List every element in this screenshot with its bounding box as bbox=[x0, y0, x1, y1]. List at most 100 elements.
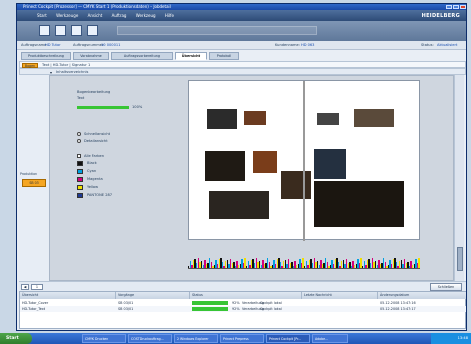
all-colors-checkbox[interactable] bbox=[77, 154, 81, 158]
sheet-options-panel: Bogenbearbeitung Text 100% Schnellansich… bbox=[59, 84, 147, 274]
page-image bbox=[314, 181, 404, 227]
status-value: Aktualisiert bbox=[437, 43, 458, 47]
page-number-field[interactable]: 1 bbox=[31, 284, 43, 290]
color-label-magenta: Magenta bbox=[87, 177, 103, 181]
ink-zone-chart bbox=[188, 244, 420, 272]
swatch-pantone[interactable] bbox=[77, 193, 83, 198]
sheet-path: Text | HD-Tutor | Signatur 1 bbox=[42, 63, 91, 67]
document-icon[interactable] bbox=[87, 25, 98, 36]
col-header-status[interactable]: Status bbox=[190, 292, 302, 299]
layout-icon[interactable] bbox=[39, 25, 50, 36]
row-progress bbox=[192, 307, 228, 311]
bottom-tools: ◀ 1 Schließen bbox=[19, 281, 466, 291]
swatch-magenta[interactable] bbox=[77, 177, 83, 182]
close-icon[interactable] bbox=[460, 5, 466, 9]
panel-title: Inhaltsverzeichnis bbox=[56, 70, 89, 74]
row-message: Cockpit lokal bbox=[260, 307, 282, 311]
col-header-jobs[interactable]: Vorgänge bbox=[116, 292, 190, 299]
tree-icon[interactable] bbox=[71, 25, 82, 36]
page-image bbox=[205, 151, 245, 181]
field-label: Text bbox=[77, 96, 85, 100]
page-image bbox=[209, 191, 269, 219]
page-image bbox=[207, 109, 237, 129]
table-row[interactable]: HD-Tutor_Text SB 03/01 92% Verarbeitung … bbox=[20, 306, 466, 312]
tab-job-preparation[interactable]: Auftragsvorbereitung bbox=[111, 52, 173, 60]
vertical-scrollbar[interactable] bbox=[454, 75, 464, 281]
job-name-label: Auftragsname: bbox=[21, 43, 48, 47]
color-label-black: Black bbox=[87, 161, 97, 165]
task-button[interactable]: Adobe... bbox=[312, 334, 348, 343]
row-date: 05.12.2008 13:47:17 bbox=[380, 307, 416, 311]
menu-start[interactable]: Start bbox=[33, 10, 51, 21]
prev-page-button[interactable]: ◀ bbox=[21, 284, 29, 290]
col-header-changed[interactable]: Änderungsdatum bbox=[378, 292, 466, 299]
close-button[interactable]: Schließen bbox=[430, 283, 462, 291]
progress-percent: 100% bbox=[132, 105, 143, 109]
page-image bbox=[354, 109, 394, 127]
row-job: SB 03/01 bbox=[118, 307, 134, 311]
col-header-last-message[interactable]: Letzte Nachricht bbox=[302, 292, 378, 299]
panel-header: ▾ Inhaltsverzeichnis bbox=[19, 68, 466, 75]
menu-tool[interactable]: Werkzeug bbox=[132, 10, 160, 21]
page-image bbox=[317, 113, 339, 125]
detailview-label: Detailansicht bbox=[84, 139, 108, 143]
sheet-fold-line bbox=[303, 81, 305, 241]
ink-zone-bar bbox=[418, 258, 420, 268]
job-name-value: HD Tutor bbox=[45, 43, 61, 47]
color-label-pantone: PANTONE 287 bbox=[87, 193, 113, 197]
window-controls bbox=[446, 5, 466, 9]
quickview-label: Schnellansicht bbox=[84, 132, 111, 136]
swatch-cyan[interactable] bbox=[77, 169, 83, 174]
status-label: Status: bbox=[421, 43, 434, 47]
task-button[interactable]: CMYK Drucken bbox=[82, 334, 126, 343]
page-image bbox=[253, 151, 277, 173]
task-button[interactable]: Prinect Cockpit [Pr... bbox=[266, 334, 310, 343]
row-percent: 92% bbox=[232, 307, 240, 311]
quickview-radio[interactable] bbox=[77, 132, 81, 136]
toolbar bbox=[17, 21, 466, 41]
menu-job[interactable]: Auftrag bbox=[108, 10, 131, 21]
start-button[interactable]: Start bbox=[0, 333, 32, 344]
production-label: Produktion bbox=[20, 172, 38, 176]
scroll-thumb[interactable] bbox=[457, 247, 463, 271]
task-button[interactable]: Prinect Prepress bbox=[220, 334, 264, 343]
taskbar: Start CMYK Drucken COSTDruckauftrag... 2… bbox=[0, 333, 471, 344]
menu-tools[interactable]: Werkzeuge bbox=[52, 10, 82, 21]
menu-view[interactable]: Ansicht bbox=[84, 10, 107, 21]
color-label-cyan: Cyan bbox=[87, 169, 97, 173]
detailview-radio[interactable] bbox=[77, 139, 81, 143]
tab-overview[interactable]: Übersicht bbox=[175, 52, 207, 60]
task-button[interactable]: COSTDruckauftrag... bbox=[128, 334, 172, 343]
system-tray: 13:48 bbox=[431, 333, 471, 344]
col-header-overview[interactable]: Übersicht bbox=[20, 292, 116, 299]
toolbar-spacer bbox=[117, 26, 317, 35]
job-info-bar: Auftragsname: HD Tutor Auftragsnummer: 1… bbox=[17, 41, 466, 50]
tab-pre-acceptance[interactable]: Vorabnahme bbox=[73, 52, 109, 60]
tab-protocol[interactable]: Protokoll bbox=[209, 52, 239, 60]
application-window: Prinect Cockpit [Prozessor] — CMYK Start… bbox=[16, 3, 467, 331]
swatch-yellow[interactable] bbox=[77, 185, 83, 190]
production-badge[interactable]: SB 03 bbox=[22, 179, 46, 187]
maximize-icon[interactable] bbox=[453, 5, 459, 9]
menu-help[interactable]: Hilfe bbox=[161, 10, 178, 21]
swatch-black[interactable] bbox=[77, 161, 83, 166]
customer-value: HD 063 bbox=[301, 43, 315, 47]
task-button[interactable]: 2 Windows Explorer bbox=[174, 334, 218, 343]
section-title: Bogenbearbeitung bbox=[77, 90, 111, 94]
left-strip: Produktion SB 03 bbox=[19, 75, 49, 281]
minimize-icon[interactable] bbox=[446, 5, 452, 9]
job-number-label: Auftragsnummer: bbox=[73, 43, 105, 47]
sheet-preview[interactable] bbox=[188, 80, 420, 241]
page-image bbox=[314, 149, 346, 179]
job-number-value: 10 000011 bbox=[101, 43, 121, 47]
color-label-yellow: Yellow bbox=[87, 185, 99, 189]
progress-track bbox=[77, 106, 129, 109]
page-image bbox=[244, 111, 266, 125]
tab-product-description[interactable]: Produktbeschreibung bbox=[21, 52, 71, 60]
page-image bbox=[281, 171, 311, 199]
all-colors-label: Alle Farben bbox=[84, 154, 104, 158]
sheet-toolbar: Bogen Text | HD-Tutor | Signatur 1 bbox=[19, 61, 466, 68]
copy-icon[interactable] bbox=[55, 25, 66, 36]
row-name: HD-Tutor_Text bbox=[22, 307, 46, 311]
row-progress bbox=[192, 301, 228, 305]
